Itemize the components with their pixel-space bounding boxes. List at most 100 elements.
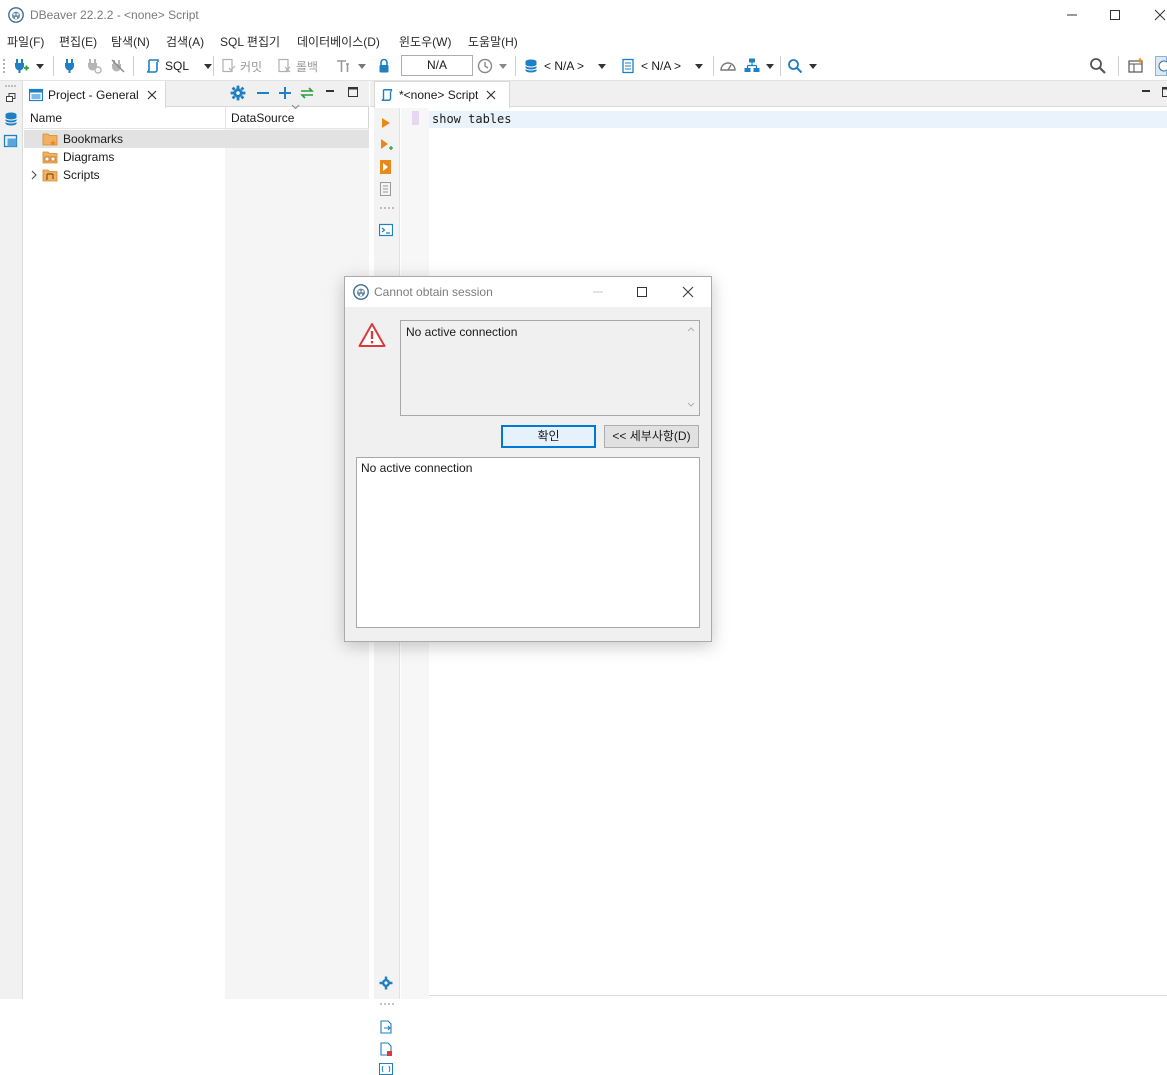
commit-button[interactable]: 커밋 <box>220 52 262 80</box>
tree-item-scripts[interactable]: Scripts <box>24 166 369 184</box>
toolbar-separator <box>515 56 516 76</box>
bookmarks-folder-icon <box>42 132 58 146</box>
toolbar-separator <box>213 56 214 76</box>
project-tab-label: Project - General <box>48 88 139 102</box>
column-header-datasource[interactable]: DataSource <box>231 111 294 125</box>
toolbar-separator <box>780 56 781 76</box>
terminal-output-icon[interactable] <box>379 223 393 237</box>
menu-edit[interactable]: 편집(E) <box>59 33 97 50</box>
datasource-selector[interactable]: < N/A > <box>523 52 606 80</box>
execute-statement-icon[interactable] <box>379 116 393 130</box>
invalidate-reconnect-button[interactable] <box>86 52 102 80</box>
dialog-minimize-icon[interactable] <box>591 284 605 300</box>
rollback-button[interactable]: 롤백 <box>276 52 318 80</box>
toolbar-grip-icon <box>2 58 6 74</box>
menu-window[interactable]: 윈도우(W) <box>399 33 451 50</box>
tree-item-label: Scripts <box>63 168 100 182</box>
datasource-dropdown-icon[interactable] <box>598 64 606 69</box>
dialog-title: Cannot obtain session <box>374 285 493 299</box>
error-details-text: No active connection <box>361 461 472 475</box>
new-connection-dropdown-icon[interactable] <box>36 64 44 69</box>
export-script-icon[interactable] <box>379 1020 393 1034</box>
schema-dropdown-icon[interactable] <box>695 64 703 69</box>
close-window-button[interactable] <box>1150 6 1167 24</box>
find-dropdown-icon[interactable] <box>809 64 817 69</box>
minimize-button[interactable] <box>1062 6 1082 24</box>
collapse-all-icon[interactable] <box>255 85 271 101</box>
maximize-view-icon[interactable] <box>1160 85 1167 99</box>
new-connection-button[interactable] <box>12 52 44 80</box>
expand-chevron-icon[interactable] <box>30 170 38 180</box>
ok-button[interactable]: 확인 <box>501 425 596 448</box>
transaction-mode-button[interactable] <box>335 52 366 80</box>
error-details-box[interactable]: No active connection <box>356 457 700 628</box>
lock-button[interactable] <box>376 52 392 80</box>
sql-editor-button[interactable]: SQL <box>145 52 212 80</box>
search-icon <box>1089 57 1107 75</box>
project-panel: Project - General Name DataSource <box>24 81 369 999</box>
erd-button[interactable] <box>743 52 774 80</box>
tree-item-diagrams[interactable]: Diagrams <box>24 148 369 166</box>
database-navigator-icon[interactable] <box>3 111 19 127</box>
menu-database[interactable]: 데이터베이스(D) <box>297 33 380 50</box>
minimize-view-icon[interactable] <box>323 85 337 99</box>
configure-gear-icon[interactable] <box>230 85 246 101</box>
dbeaver-perspective-button[interactable] <box>1155 52 1167 80</box>
sql-dropdown-icon[interactable] <box>204 64 212 69</box>
gutter-more-icon[interactable] <box>379 205 395 211</box>
connect-button[interactable] <box>62 52 78 80</box>
message-scrollbar[interactable] <box>683 321 699 415</box>
minimize-view-icon[interactable] <box>1139 85 1153 99</box>
error-message-box[interactable]: No active connection <box>400 320 700 416</box>
menu-file[interactable]: 파일(F) <box>7 33 44 50</box>
dashboard-gauge-icon <box>719 57 737 75</box>
scroll-up-icon[interactable] <box>687 326 695 332</box>
disconnect-button[interactable] <box>110 52 126 80</box>
close-icon[interactable] <box>147 90 157 100</box>
column-header-name[interactable]: Name <box>30 111 62 125</box>
scroll-down-icon[interactable] <box>687 402 695 408</box>
schema-selector[interactable]: < N/A > <box>620 52 703 80</box>
erd-dropdown-icon[interactable] <box>766 64 774 69</box>
transaction-status-field[interactable]: N/A <box>401 55 473 76</box>
open-perspective-button[interactable] <box>1127 52 1145 80</box>
projects-view-icon[interactable] <box>3 133 19 149</box>
execute-in-new-tab-icon[interactable] <box>379 138 393 152</box>
dialog-maximize-icon[interactable] <box>635 284 649 300</box>
tab-none-script[interactable]: *<none> Script <box>374 81 510 108</box>
execute-script-icon[interactable] <box>379 159 393 175</box>
transaction-log-button[interactable] <box>476 52 507 80</box>
scripts-folder-icon <box>42 168 58 182</box>
global-search-button[interactable] <box>1089 52 1107 80</box>
find-button[interactable] <box>787 52 817 80</box>
editor-tabbar: *<none> Script <box>370 81 1167 107</box>
column-divider[interactable] <box>225 107 226 129</box>
dashboard-button[interactable] <box>719 52 737 80</box>
menu-help[interactable]: 도움말(H) <box>468 33 518 50</box>
close-icon[interactable] <box>486 90 496 100</box>
transaction-mode-icon <box>335 58 351 74</box>
link-with-editor-icon[interactable] <box>299 85 315 101</box>
tab-project-general[interactable]: Project - General <box>24 81 166 108</box>
menu-sql-editor[interactable]: SQL 편집기 <box>220 33 280 50</box>
variables-icon[interactable] <box>379 1063 393 1075</box>
transaction-mode-dropdown-icon[interactable] <box>358 64 366 69</box>
tree-item-bookmarks[interactable]: Bookmarks <box>24 130 369 148</box>
dialog-close-icon[interactable] <box>681 284 695 300</box>
details-toggle-button[interactable]: << 세부사항(D) <box>604 425 699 448</box>
sql-code-text[interactable]: show tables <box>432 112 511 126</box>
menu-navigate[interactable]: 탐색(N) <box>111 33 150 50</box>
plug-icon <box>62 58 78 74</box>
restore-icon[interactable] <box>3 91 19 105</box>
expand-all-icon[interactable] <box>277 85 293 101</box>
transaction-log-dropdown-icon[interactable] <box>499 64 507 69</box>
close-icon <box>1150 6 1167 24</box>
explain-plan-icon[interactable] <box>379 181 393 197</box>
maximize-button[interactable] <box>1105 6 1125 24</box>
maximize-view-icon[interactable] <box>346 85 360 99</box>
editor-settings-gear-icon[interactable] <box>379 976 393 990</box>
gutter-more-icon[interactable] <box>379 1001 395 1007</box>
diagram-tree-icon <box>743 57 761 75</box>
problem-markers-icon[interactable] <box>379 1042 393 1056</box>
menu-search[interactable]: 검색(A) <box>166 33 204 50</box>
